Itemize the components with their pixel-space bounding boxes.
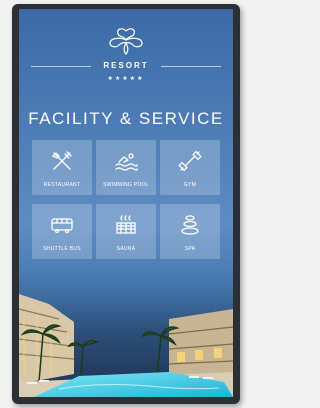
swimmer-icon (115, 153, 138, 171)
facility-label: GYM (183, 182, 197, 188)
dumbbell-icon (178, 150, 202, 172)
bus-icon (51, 218, 73, 234)
star-rating: ★★★★★ (107, 76, 145, 82)
facility-tile-swimming-pool[interactable]: SWIMMING POOL (96, 140, 156, 195)
facility-label: SPA (184, 246, 196, 252)
resort-pool-photo (19, 264, 233, 397)
facility-label: RESTAURANT (43, 182, 81, 188)
facility-tile-spa[interactable]: SPA (160, 204, 220, 259)
facility-tile-restaurant[interactable]: RESTAURANT (32, 140, 92, 195)
kiosk-screen: RESORT ★★★★★ FACILITY & SERVICE RESTAURA… (19, 9, 233, 397)
brand-header: RESORT ★★★★★ (19, 9, 233, 99)
facility-tile-gym[interactable]: GYM (160, 140, 220, 195)
facility-label: SAUNA (116, 246, 136, 252)
facility-tile-sauna[interactable]: SAUNA (96, 204, 156, 259)
facility-label: SWIMMING POOL (103, 182, 149, 188)
facility-tile-shuttle-bus[interactable]: SHUTTLE BUS (32, 204, 92, 259)
spa-stones-icon (181, 215, 199, 235)
resort-logo-icon (109, 28, 143, 55)
brand-name: RESORT (103, 61, 149, 70)
page-title: FACILITY & SERVICE (28, 109, 224, 128)
facility-label: SHUTTLE BUS (43, 246, 81, 252)
fork-knife-icon (51, 151, 72, 170)
sauna-icon (116, 215, 136, 234)
